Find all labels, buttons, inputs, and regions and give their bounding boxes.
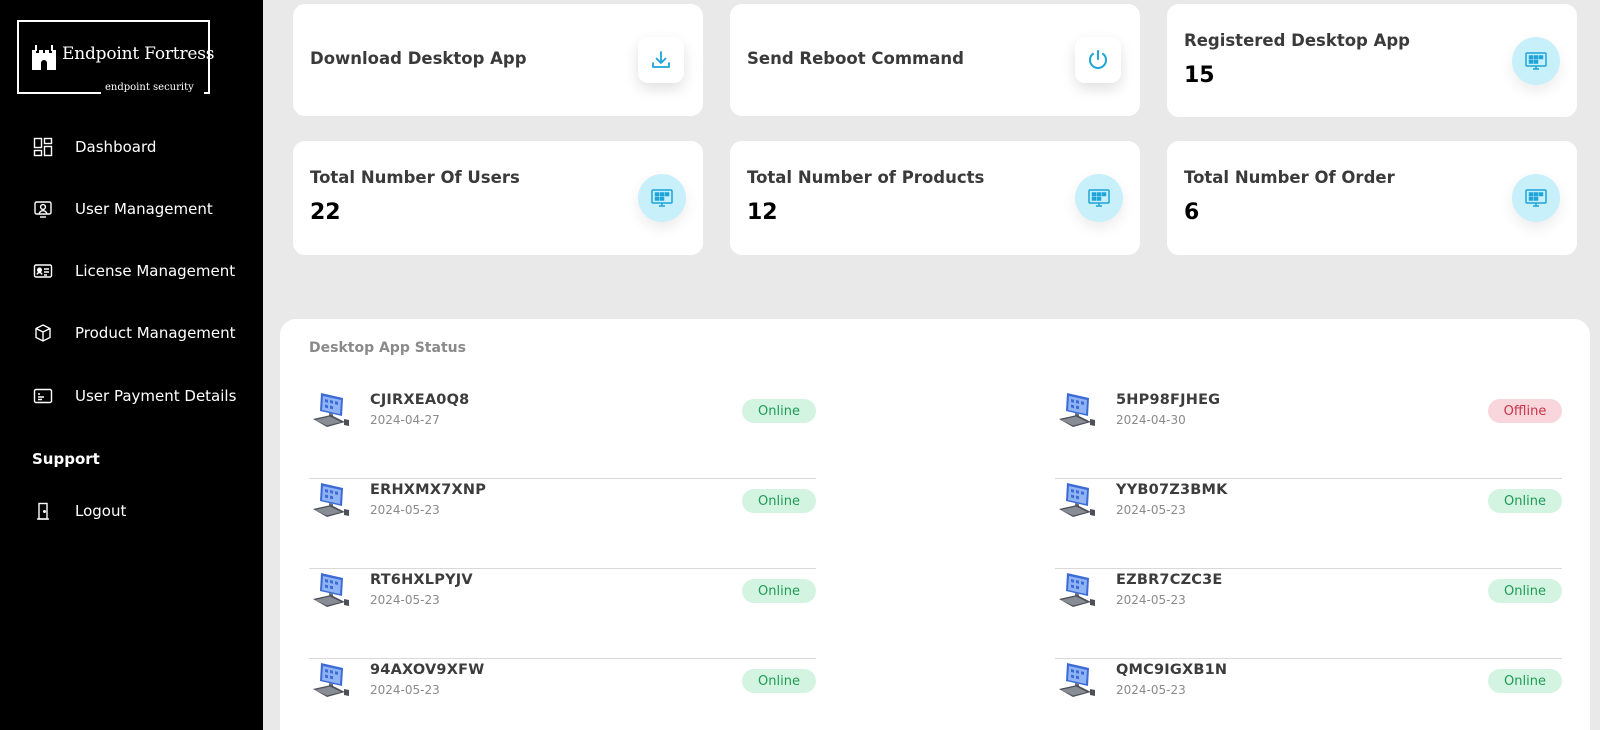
device-date: 2024-05-23	[370, 683, 440, 697]
sidebar-item-user-management[interactable]: User Management	[0, 189, 263, 229]
device-date: 2024-05-23	[1116, 593, 1186, 607]
card-value: 12	[747, 200, 778, 225]
monitor-icon-circle	[638, 174, 686, 222]
total-users-card: Total Number Of Users 22	[293, 141, 703, 255]
desktop-computer-icon	[1059, 483, 1095, 517]
device-row[interactable]: CJIRXEA0Q8 2024-04-27 Online	[309, 389, 816, 479]
brand-tagline: endpoint security	[105, 82, 194, 93]
download-button[interactable]	[638, 37, 684, 83]
device-date: 2024-05-23	[1116, 683, 1186, 697]
sidebar-item-label: Product Management	[75, 324, 236, 342]
device-row[interactable]: QMC9IGXB1N 2024-05-23 Online	[1055, 659, 1562, 730]
logout-door-icon	[32, 500, 54, 522]
support-heading: Support	[32, 450, 100, 468]
device-row[interactable]: EZBR7CZC3E 2024-05-23 Online	[1055, 569, 1562, 659]
total-orders-card: Total Number Of Order 6	[1167, 141, 1577, 255]
total-products-card: Total Number of Products 12	[730, 141, 1140, 255]
castle-icon	[32, 45, 56, 70]
sidebar-item-label: User Management	[75, 200, 213, 218]
device-row[interactable]: 94AXOV9XFW 2024-05-23 Online	[309, 659, 816, 730]
device-id: CJIRXEA0Q8	[370, 392, 470, 408]
monitor-icon-circle	[1075, 174, 1123, 222]
status-badge: Online	[1488, 669, 1562, 693]
device-id: 94AXOV9XFW	[370, 662, 485, 678]
sidebar: Endpoint Fortress endpoint security Dash…	[0, 0, 263, 730]
payment-card-icon	[32, 385, 54, 407]
sidebar-item-label: Dashboard	[75, 138, 157, 156]
dashboard-grid-icon	[32, 136, 54, 158]
status-badge: Online	[1488, 579, 1562, 603]
logout-button[interactable]: Logout	[0, 491, 263, 531]
id-card-icon	[32, 260, 54, 282]
sidebar-item-label: License Management	[75, 262, 236, 280]
card-value: 22	[310, 200, 341, 225]
monitor-icon	[1525, 189, 1547, 207]
desktop-computer-icon	[313, 483, 349, 517]
device-id: 5HP98FJHEG	[1116, 392, 1221, 408]
monitor-icon-circle	[1512, 174, 1560, 222]
sidebar-item-dashboard[interactable]: Dashboard	[0, 127, 263, 167]
card-value: 6	[1184, 200, 1200, 225]
desktop-computer-icon	[1059, 663, 1095, 697]
card-title: Send Reboot Command	[747, 49, 964, 68]
brand-logo[interactable]: Endpoint Fortress endpoint security	[17, 20, 214, 94]
monitor-icon	[651, 189, 673, 207]
monitor-icon-circle	[1512, 37, 1560, 85]
send-reboot-command-card[interactable]: Send Reboot Command	[730, 4, 1140, 116]
device-date: 2024-05-23	[1116, 503, 1186, 517]
download-desktop-app-card[interactable]: Download Desktop App	[293, 4, 703, 116]
device-row[interactable]: 5HP98FJHEG 2024-04-30 Offline	[1055, 389, 1562, 479]
card-title: Total Number Of Users	[310, 168, 520, 187]
card-title: Total Number Of Order	[1184, 168, 1395, 187]
monitor-icon	[1525, 52, 1547, 70]
reboot-button[interactable]	[1075, 37, 1121, 83]
device-row[interactable]: YYB07Z3BMK 2024-05-23 Online	[1055, 479, 1562, 569]
sidebar-item-user-payment-details[interactable]: User Payment Details	[0, 376, 263, 416]
monitor-icon	[1088, 189, 1110, 207]
registered-desktop-app-card: Registered Desktop App 15	[1167, 4, 1577, 117]
download-icon	[652, 51, 670, 68]
device-id: YYB07Z3BMK	[1116, 482, 1228, 498]
sidebar-item-label: User Payment Details	[75, 387, 237, 405]
panel-title: Desktop App Status	[309, 340, 466, 356]
card-title: Download Desktop App	[310, 49, 527, 68]
desktop-computer-icon	[313, 573, 349, 607]
status-badge: Online	[742, 399, 816, 423]
sidebar-item-license-management[interactable]: License Management	[0, 251, 263, 291]
device-row[interactable]: RT6HXLPYJV 2024-05-23 Online	[309, 569, 816, 659]
card-title: Total Number of Products	[747, 168, 985, 187]
card-value: 15	[1184, 63, 1215, 88]
device-date: 2024-05-23	[370, 503, 440, 517]
sidebar-item-product-management[interactable]: Product Management	[0, 313, 263, 353]
power-icon	[1089, 50, 1107, 69]
logout-label: Logout	[75, 502, 127, 520]
status-badge: Online	[742, 579, 816, 603]
device-id: EZBR7CZC3E	[1116, 572, 1223, 588]
box-icon	[32, 322, 54, 344]
device-id: QMC9IGXB1N	[1116, 662, 1228, 678]
status-badge: Online	[742, 489, 816, 513]
status-badge: Online	[1488, 489, 1562, 513]
status-badge: Offline	[1488, 399, 1562, 423]
device-id: ERHXMX7XNP	[370, 482, 487, 498]
user-card-icon	[32, 198, 54, 220]
device-date: 2024-04-27	[370, 413, 440, 427]
device-row[interactable]: ERHXMX7XNP 2024-05-23 Online	[309, 479, 816, 569]
desktop-computer-icon	[1059, 393, 1095, 427]
desktop-computer-icon	[313, 663, 349, 697]
device-id: RT6HXLPYJV	[370, 572, 473, 588]
desktop-computer-icon	[313, 393, 349, 427]
desktop-computer-icon	[1059, 573, 1095, 607]
device-date: 2024-05-23	[370, 593, 440, 607]
brand-name: Endpoint Fortress	[62, 44, 215, 64]
status-badge: Online	[742, 669, 816, 693]
card-title: Registered Desktop App	[1184, 31, 1410, 50]
device-date: 2024-04-30	[1116, 413, 1186, 427]
desktop-app-status-panel: Desktop App Status CJIRXEA0Q8 2024-04-27…	[280, 319, 1590, 730]
